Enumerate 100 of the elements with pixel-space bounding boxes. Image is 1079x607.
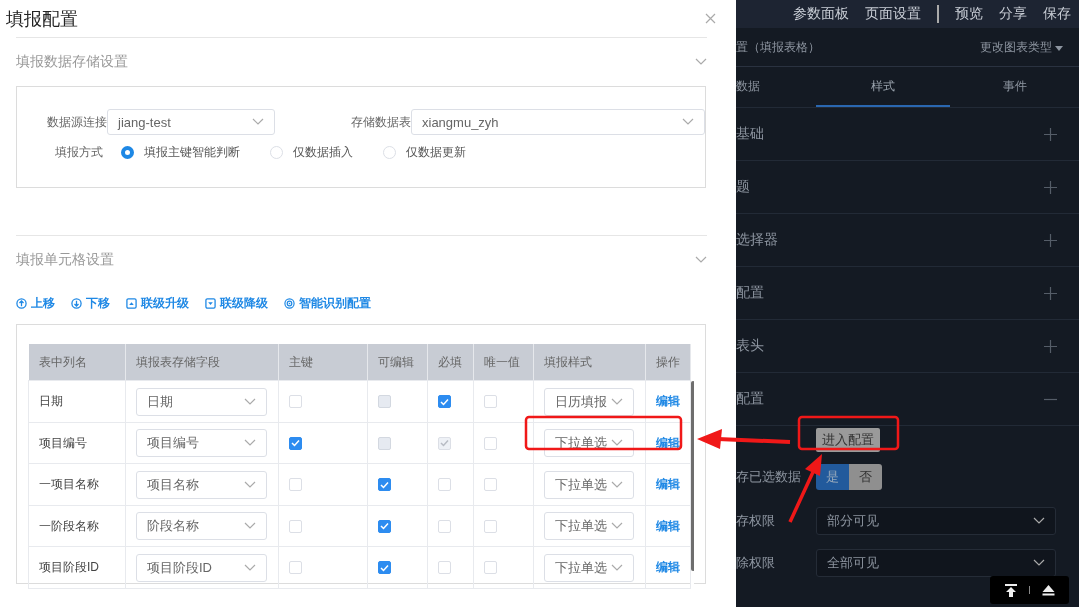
- permission-select[interactable]: 部分可见: [816, 507, 1056, 535]
- chevron-down-icon: [252, 118, 264, 126]
- form-label: 存已选数据: [736, 468, 802, 486]
- scrollbar[interactable]: [691, 381, 694, 571]
- caret-down-icon: [1055, 45, 1063, 51]
- checkbox[interactable]: [378, 519, 391, 533]
- toolbar-link[interactable]: 联级降级: [205, 294, 268, 312]
- chevron-down-icon: [611, 522, 623, 531]
- accordion-header[interactable]: 基础: [736, 108, 1079, 161]
- section-title: 填报单元格设置: [16, 251, 114, 269]
- table-cell: 项目编号: [39, 435, 87, 450]
- field-label: 填报方式: [54, 144, 103, 161]
- table-cell: 项目阶段ID: [39, 560, 99, 575]
- accordion-header[interactable]: 配置: [736, 267, 1079, 320]
- accordion-header[interactable]: 选择器: [736, 214, 1079, 267]
- toolbar-link[interactable]: 下移: [71, 294, 110, 312]
- chevron-down-icon: [611, 397, 623, 406]
- toolbar-link[interactable]: 智能识别配置: [284, 294, 371, 312]
- table-select[interactable]: xiangmu_zyh: [411, 109, 705, 135]
- style-select[interactable]: 日历填报: [544, 387, 634, 416]
- menu-item[interactable]: 页面设置: [865, 5, 921, 23]
- chart-type-dropdown[interactable]: 更改图表类型: [979, 38, 1063, 56]
- column-header: 填报表存储字段: [125, 344, 279, 381]
- column-header: 唯一值: [473, 344, 534, 381]
- field-label: 存储数据表: [350, 113, 411, 131]
- chevron-down-icon: [244, 563, 256, 572]
- chevron-down-icon: [244, 522, 256, 531]
- chevron-down-icon: [682, 118, 694, 126]
- chevron-down-icon: [244, 439, 256, 448]
- edit-link[interactable]: 编辑: [656, 560, 680, 575]
- style-select[interactable]: 下拉单选: [544, 429, 634, 458]
- chevron-down-icon: [611, 439, 623, 448]
- form-label: 除权限: [736, 554, 776, 572]
- edit-link[interactable]: 编辑: [656, 435, 680, 450]
- edit-link[interactable]: 编辑: [656, 477, 680, 492]
- field-select[interactable]: 项目名称: [136, 470, 267, 499]
- accordion-header[interactable]: 配置: [736, 373, 1079, 426]
- tab[interactable]: 数据: [736, 67, 816, 107]
- panel-title: 置（填报表格）: [736, 38, 820, 56]
- arrow-up-circle-icon: [16, 297, 27, 309]
- menu-item[interactable]: 保存: [1043, 5, 1071, 23]
- enter-config-button[interactable]: 进入配置: [816, 428, 880, 452]
- chevron-down-icon: [695, 58, 707, 66]
- chevron-down-icon: [1033, 559, 1045, 567]
- section-title: 填报数据存储设置: [16, 53, 128, 71]
- accordion-header[interactable]: 表头: [736, 320, 1079, 373]
- close-icon[interactable]: [705, 13, 716, 24]
- table-cell: 一项目名称: [39, 477, 99, 492]
- chevron-down-icon: [611, 480, 623, 489]
- column-header: 主键: [278, 344, 368, 381]
- field-select[interactable]: 项目编号: [136, 429, 267, 458]
- accordion-header[interactable]: 题: [736, 161, 1079, 214]
- annotation-arrow: [788, 454, 822, 523]
- table-cell: 日期: [39, 394, 63, 408]
- column-header: 表中列名: [28, 344, 126, 381]
- caret-down-square-icon: [205, 297, 216, 309]
- table-cell: 一阶段名称: [39, 518, 99, 533]
- arrow-down-circle-icon: [71, 297, 82, 309]
- menu-item[interactable]: 参数面板: [793, 5, 849, 23]
- back-to-top-icon[interactable]: [1004, 583, 1017, 597]
- radio-button[interactable]: [121, 146, 134, 159]
- menu-item[interactable]: 预览: [955, 5, 983, 23]
- column-header: 必填: [427, 344, 474, 381]
- field-label: 数据源连接: [46, 113, 107, 131]
- permission-select[interactable]: 全部可见: [816, 549, 1056, 577]
- checkbox[interactable]: [289, 436, 302, 450]
- chevron-down-icon: [695, 256, 707, 264]
- column-header: 操作: [645, 344, 691, 381]
- datasource-select[interactable]: jiang-test: [107, 109, 275, 135]
- field-select[interactable]: 项目阶段ID: [136, 553, 267, 582]
- edit-link[interactable]: 编辑: [656, 394, 680, 408]
- menu-item[interactable]: 分享: [999, 5, 1027, 23]
- style-select[interactable]: 下拉单选: [544, 512, 634, 541]
- column-header: 可编辑: [367, 344, 428, 381]
- radio-label: 仅数据插入: [293, 144, 353, 161]
- tab[interactable]: 样式: [816, 67, 950, 107]
- radio-label: 仅数据更新: [406, 144, 466, 161]
- field-select[interactable]: 阶段名称: [136, 512, 267, 541]
- caret-up-square-icon: [126, 297, 137, 309]
- form-label: 存权限: [736, 512, 776, 530]
- field-select[interactable]: 日期: [136, 387, 267, 416]
- chevron-down-icon: [1033, 517, 1045, 525]
- chevron-down-icon: [244, 397, 256, 406]
- toolbar-link[interactable]: 联级升级: [126, 294, 189, 312]
- tab[interactable]: 事件: [950, 67, 1079, 107]
- radio-label: 填报主键智能判断: [144, 144, 240, 161]
- column-header: 填报样式: [533, 344, 646, 381]
- toggle-option[interactable]: 否: [849, 464, 882, 490]
- target-icon: [284, 297, 295, 309]
- style-select[interactable]: 下拉单选: [544, 553, 634, 582]
- chevron-down-icon: [611, 563, 623, 572]
- eject-icon[interactable]: [1041, 584, 1055, 596]
- checkbox[interactable]: [438, 395, 451, 408]
- checkbox[interactable]: [378, 561, 391, 575]
- toolbar-link[interactable]: 上移: [16, 294, 55, 312]
- checkbox[interactable]: [378, 478, 391, 492]
- edit-link[interactable]: 编辑: [656, 518, 680, 533]
- style-select[interactable]: 下拉单选: [544, 470, 634, 499]
- dialog-title: 填报配置: [6, 7, 78, 31]
- chevron-down-icon: [244, 480, 256, 489]
